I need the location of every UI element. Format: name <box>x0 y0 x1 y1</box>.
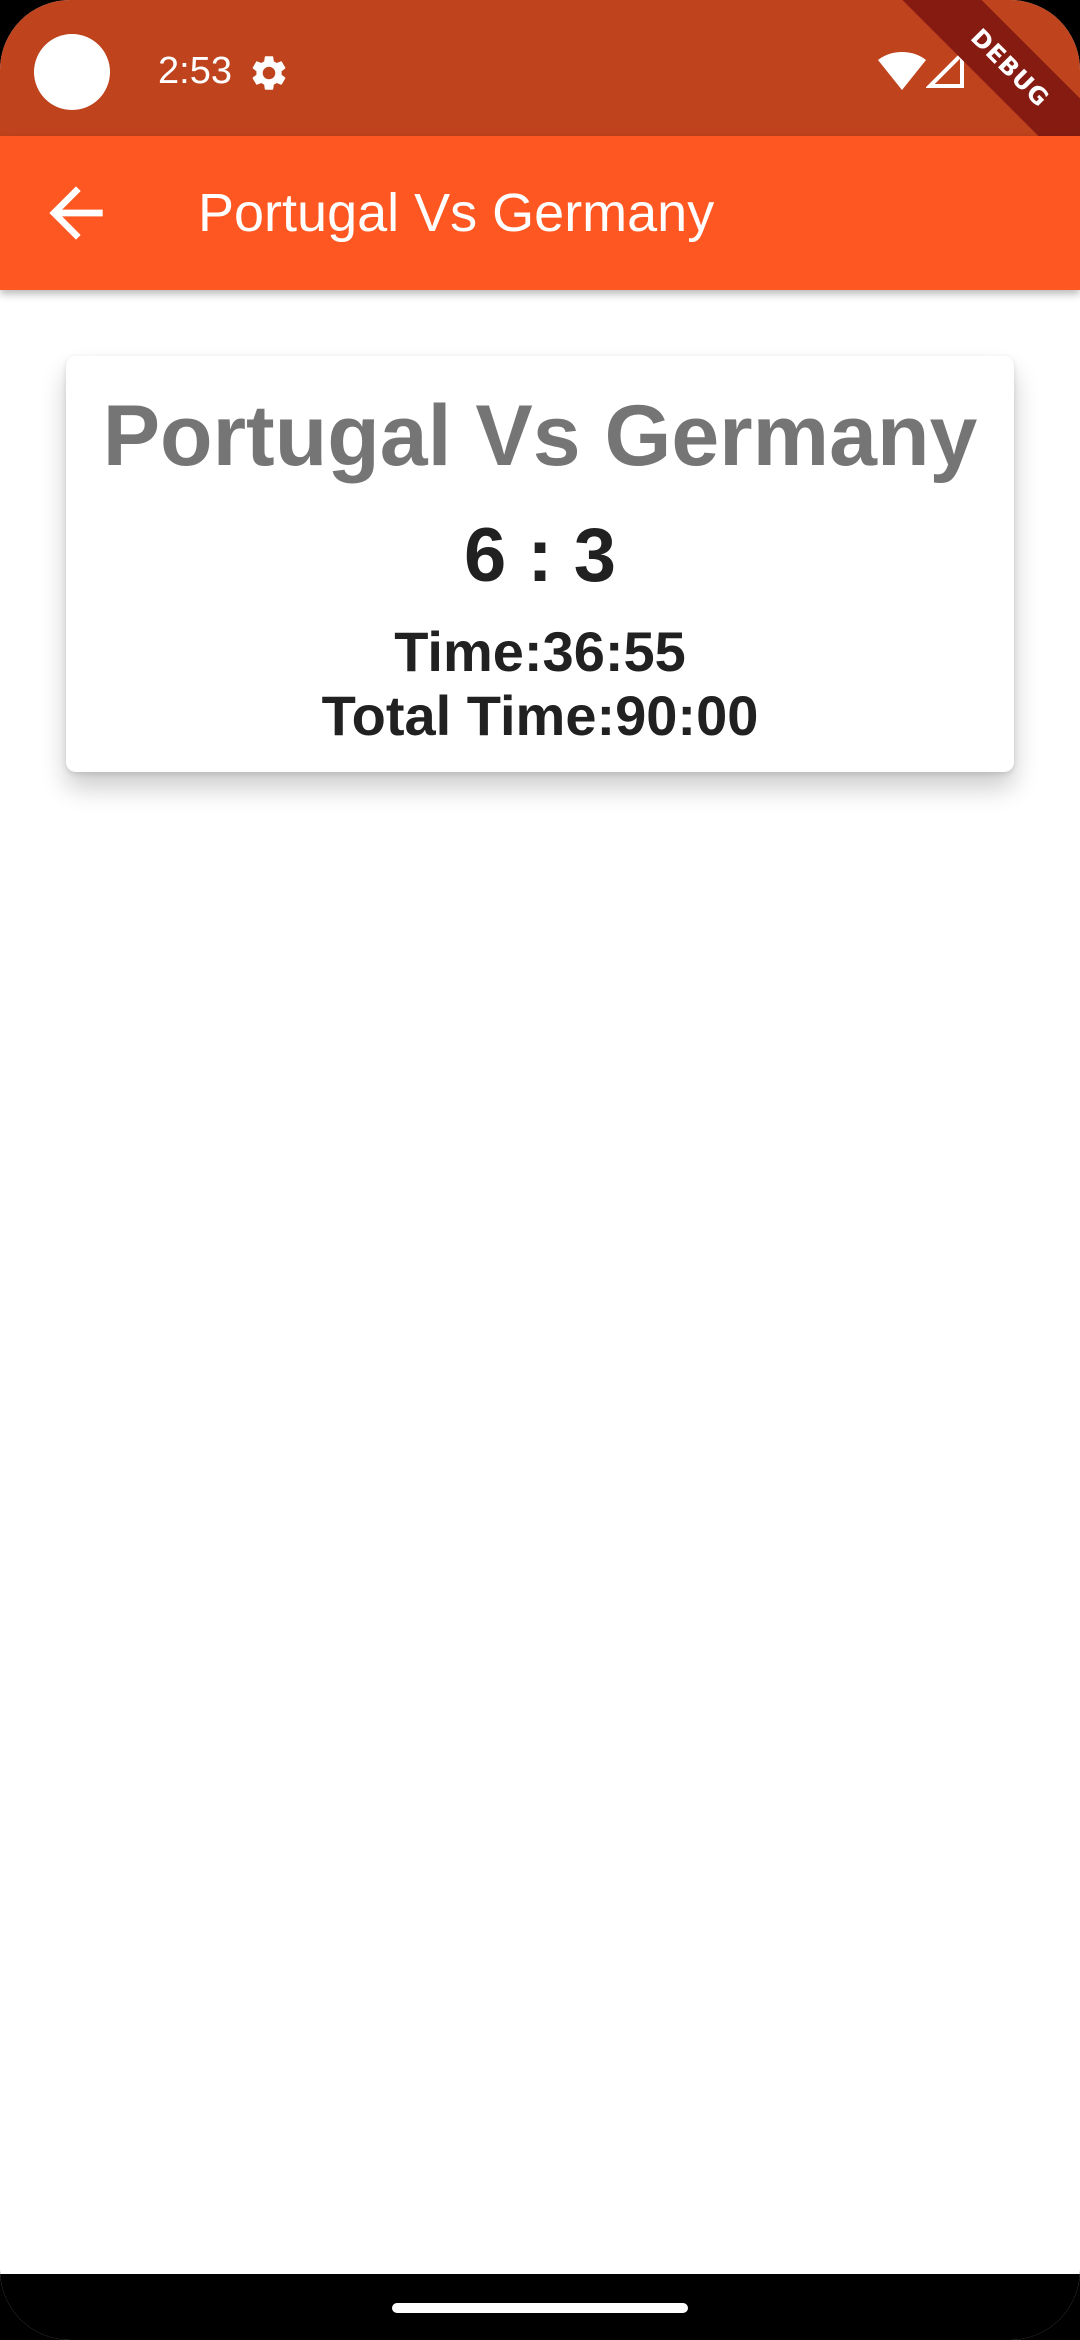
match-title: Portugal Vs Germany <box>102 388 978 484</box>
total-time: Total Time:90:00 <box>321 684 759 747</box>
camera-cutout <box>34 34 110 110</box>
status-time: 2:53 <box>158 50 232 92</box>
elapsed-time: Time:36:55 <box>394 620 686 683</box>
signal-icon <box>926 50 964 88</box>
phone-screen: 2:53 Portugal Vs Germany Portugal Vs Ger… <box>0 0 1080 2340</box>
status-bar: 2:53 <box>0 0 1080 136</box>
home-indicator[interactable] <box>392 2303 688 2313</box>
match-score: 6 : 3 <box>463 513 617 598</box>
match-card: Portugal Vs Germany 6 : 3 Time:36:55 Tot… <box>66 356 1014 772</box>
wifi-icon <box>878 52 926 90</box>
app-bar-title: Portugal Vs Germany <box>198 183 715 243</box>
app-bar: Portugal Vs Germany <box>0 136 1080 290</box>
back-arrow-icon[interactable] <box>36 173 116 253</box>
settings-icon <box>252 56 286 90</box>
